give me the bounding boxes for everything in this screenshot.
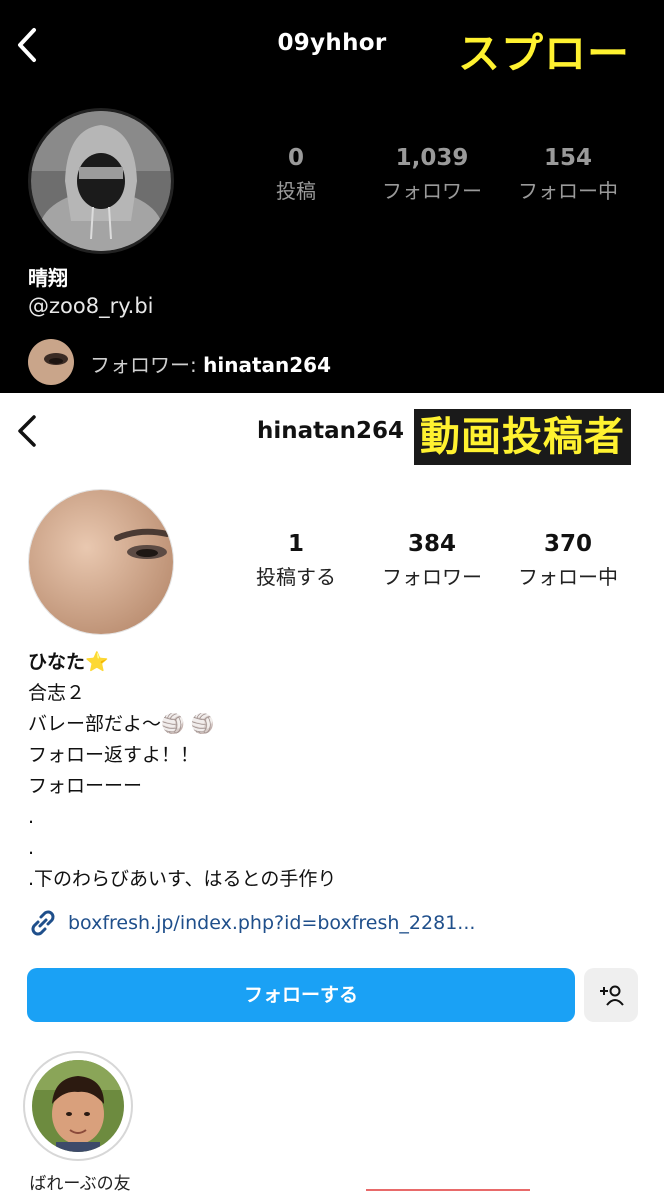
stat-followers-count: 1,039 bbox=[395, 145, 469, 171]
stat-posts[interactable]: 0 投稿 bbox=[231, 145, 361, 204]
follow-button[interactable]: フォローする bbox=[27, 968, 575, 1022]
profile-bio: ひなた⭐ 合志２ バレー部だよ〜🏐 🏐 フォロー返すよ！！ フォローーー . .… bbox=[28, 647, 336, 895]
stat-posts-label: 投稿 bbox=[276, 179, 316, 203]
bio-line: 合志２ bbox=[28, 682, 86, 704]
stat-followers-label: フォロワー bbox=[382, 565, 482, 589]
followed-by-text[interactable]: フォロワー: hinatan264 bbox=[90, 349, 331, 378]
stat-following[interactable]: 370 フォロー中 bbox=[503, 531, 633, 590]
bio-line: フォロー返すよ！！ bbox=[28, 744, 200, 766]
bio-line: .下のわらびあいす、はるとの手作り bbox=[28, 868, 337, 890]
stat-posts-label: 投稿する bbox=[256, 565, 336, 589]
closeup-face-photo bbox=[28, 339, 74, 385]
annotation-tag: スプロー bbox=[458, 29, 631, 78]
display-name: ひなた⭐ bbox=[28, 651, 109, 673]
story-highlight-thumbnail[interactable] bbox=[32, 1060, 124, 1152]
story-highlight-label: ばれーぶの友 bbox=[29, 1174, 131, 1194]
hooded-person-photo bbox=[31, 111, 171, 251]
handle-text: @zoo8_ry.bi bbox=[28, 294, 154, 318]
stat-following[interactable]: 154 フォロー中 bbox=[503, 145, 633, 204]
profile-link[interactable]: boxfresh.jp/index.php?id=boxfresh_2281..… bbox=[28, 908, 475, 938]
decoy-profile-panel: 09yhhor スプロー 0 投稿 1,039 フォロワー 154 フォロー中 … bbox=[0, 0, 664, 393]
stat-followers-label: フォロワー bbox=[382, 179, 482, 203]
display-name: 晴翔 bbox=[28, 266, 68, 290]
bio-line: フォローーー bbox=[28, 775, 143, 797]
add-person-icon bbox=[600, 985, 624, 1006]
profile-avatar[interactable] bbox=[28, 489, 174, 635]
uploader-profile-panel: hinatan264 動画投稿者 1 投稿する 384 フォロワー 370 フォ… bbox=[0, 393, 664, 1200]
stat-following-count: 154 bbox=[543, 145, 592, 171]
bio-line: バレー部だよ〜🏐 🏐 bbox=[28, 713, 215, 735]
profile-link-text: boxfresh.jp/index.php?id=boxfresh_2281..… bbox=[68, 912, 476, 934]
stat-followers[interactable]: 384 フォロワー bbox=[367, 531, 497, 590]
profile-avatar[interactable] bbox=[28, 108, 174, 254]
annotation-tag: 動画投稿者 bbox=[414, 409, 631, 465]
mutual-follower-avatar[interactable] bbox=[28, 339, 74, 385]
stat-posts-count: 1 bbox=[287, 531, 304, 557]
bio-line: . bbox=[28, 837, 35, 859]
link-chain-icon bbox=[31, 910, 55, 936]
stat-posts-count: 0 bbox=[287, 145, 304, 171]
back-arrow-icon[interactable] bbox=[12, 411, 42, 451]
bio-line: . bbox=[28, 806, 35, 828]
followed-by-username: hinatan264 bbox=[203, 353, 331, 377]
tab-indicator bbox=[366, 1189, 530, 1191]
stat-followers[interactable]: 1,039 フォロワー bbox=[367, 145, 497, 204]
stat-followers-count: 384 bbox=[407, 531, 456, 557]
followed-by-prefix: フォロワー: bbox=[90, 353, 204, 377]
stat-following-label: フォロー中 bbox=[518, 179, 618, 203]
profile-username: hinatan264 bbox=[257, 418, 405, 444]
stat-following-count: 370 bbox=[543, 531, 592, 557]
closeup-face-photo bbox=[29, 490, 173, 634]
stat-following-label: フォロー中 bbox=[518, 565, 618, 589]
stat-posts[interactable]: 1 投稿する bbox=[231, 531, 361, 590]
suggested-users-button[interactable] bbox=[584, 968, 638, 1022]
boy-portrait-photo bbox=[32, 1060, 124, 1152]
